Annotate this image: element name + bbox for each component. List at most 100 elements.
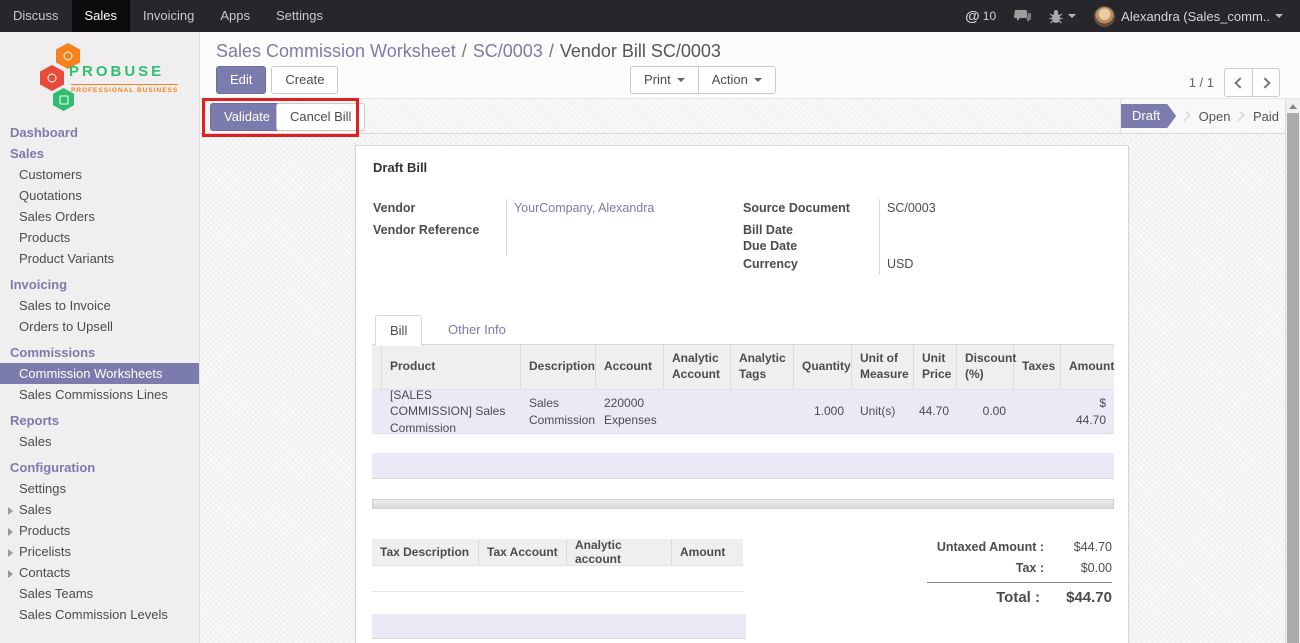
main-content: Sales Commission Worksheet/SC/0003/Vendo… [200,32,1300,643]
breadcrumb-sc0003[interactable]: SC/0003 [473,41,543,61]
sidebar-item-config-pricelists[interactable]: Pricelists [0,541,199,562]
sidebar-section-sales[interactable]: Sales [0,143,199,164]
scrollbar-up-button[interactable] [1286,99,1300,113]
currency-label: Currency [743,257,798,271]
caret-down-icon [677,78,685,82]
sidebar-item-settings[interactable]: Settings [0,478,199,499]
tax-label: Tax : [927,561,1054,575]
untaxed-amount-value: $44.70 [1054,540,1112,554]
chat-bubble-icon [1014,9,1031,23]
field-separator [506,199,507,256]
cell-product: [SALES COMMISSION] Sales Commission [382,390,521,433]
breadcrumb-worksheets[interactable]: Sales Commission Worksheet [216,41,456,61]
menu-settings[interactable]: Settings [263,0,336,32]
sidebar-section-configuration[interactable]: Configuration [0,457,199,478]
tax-value: $0.00 [1054,561,1112,575]
pager-next-button[interactable] [1252,68,1280,97]
menu-discuss[interactable]: Discuss [0,0,72,32]
user-menu[interactable]: Alexandra (Sales_comm.. [1085,0,1292,32]
cell-description: Sales Commission [521,390,596,433]
status-state-paid[interactable]: Paid [1253,109,1279,124]
sidebar-item-sales-teams[interactable]: Sales Teams [0,583,199,604]
tab-bill[interactable]: Bill [375,315,422,346]
breadcrumb: Sales Commission Worksheet/SC/0003/Vendo… [216,41,721,62]
invoice-lines-table: Product Description Account Analytic Acc… [372,345,1114,434]
sidebar-item-config-sales[interactable]: Sales [0,499,199,520]
menu-apps[interactable]: Apps [207,0,263,32]
source-document-value: SC/0003 [887,201,936,215]
logo-tagline: PROFESSIONAL BUSINESS [71,84,178,94]
sidebar-item-sales-commission-levels[interactable]: Sales Commission Levels [0,604,199,625]
vendor-reference-label: Vendor Reference [373,223,479,237]
tax-table-header: Tax Description Tax Account Analytic acc… [372,539,743,566]
user-avatar [1094,6,1115,27]
sidebar: PROBUSE PROFESSIONAL BUSINESS Dashboard … [0,32,200,643]
horizontal-scrollbar[interactable] [372,499,1114,509]
empty-line-row[interactable] [372,453,1114,479]
messages-button[interactable] [1005,0,1040,32]
control-panel: Sales Commission Worksheet/SC/0003/Vendo… [200,32,1300,99]
probuse-logo: PROBUSE PROFESSIONAL BUSINESS [0,32,199,120]
debug-menu-button[interactable] [1040,0,1085,32]
sidebar-item-commission-worksheets[interactable]: Commission Worksheets [0,363,199,384]
sidebar-item-sales-orders[interactable]: Sales Orders [0,206,199,227]
cancel-bill-button[interactable]: Cancel Bill [276,103,365,131]
sidebar-menu: Dashboard Sales Customers Quotations Sal… [0,120,199,625]
action-button[interactable]: Action [699,66,776,94]
pager-previous-button[interactable] [1224,68,1252,97]
lines-table-header: Product Description Account Analytic Acc… [372,345,1114,390]
sidebar-item-products[interactable]: Products [0,227,199,248]
create-button[interactable]: Create [271,66,338,94]
sidebar-section-commissions[interactable]: Commissions [0,342,199,363]
sidebar-item-sales-to-invoice[interactable]: Sales to Invoice [0,295,199,316]
user-name: Alexandra (Sales_comm.. [1121,9,1270,24]
menu-invoicing[interactable]: Invoicing [130,0,207,32]
cell-account: 220000 Expenses [596,390,664,433]
vendor-value-link[interactable]: YourCompany, Alexandra [514,201,654,215]
mention-count: 10 [983,9,996,23]
breadcrumb-separator: / [543,41,560,61]
edit-button[interactable]: Edit [216,66,266,94]
sidebar-item-customers[interactable]: Customers [0,164,199,185]
cell-taxes [1014,390,1061,433]
sidebar-item-sales-commissions-lines[interactable]: Sales Commissions Lines [0,384,199,405]
chevron-right-icon [1259,77,1270,88]
statusbar: Draft Open Paid [1120,99,1285,133]
status-state-draft[interactable]: Draft [1121,104,1176,128]
sidebar-section-dashboard[interactable]: Dashboard [0,122,199,143]
chevron-separator-icon [1234,111,1245,122]
vertical-scrollbar[interactable] [1285,99,1300,643]
tax-table-add-row[interactable] [372,614,746,639]
row-handle-column [372,345,382,389]
sidebar-item-quotations[interactable]: Quotations [0,185,199,206]
top-navbar: Discuss Sales Invoicing Apps Settings @ … [0,0,1300,32]
sidebar-item-config-contacts[interactable]: Contacts [0,562,199,583]
print-button[interactable]: Print [630,66,699,94]
validate-button[interactable]: Validate [210,103,284,131]
total-label: Total : [927,589,1050,606]
cell-discount: 0.00 [957,390,1014,433]
menu-sales[interactable]: Sales [72,0,131,32]
sidebar-section-invoicing[interactable]: Invoicing [0,274,199,295]
cell-amount: $ 44.70 [1061,390,1114,433]
mention-icon: @ [965,8,980,25]
invoice-line-row[interactable]: [SALES COMMISSION] Sales Commission Sale… [372,390,1114,434]
print-action-group: Print Action [630,66,776,94]
tab-other-info[interactable]: Other Info [448,315,506,345]
sidebar-section-reports[interactable]: Reports [0,410,199,431]
sidebar-item-product-variants[interactable]: Product Variants [0,248,199,269]
triangle-up-icon [1289,104,1297,109]
sidebar-item-config-products[interactable]: Products [0,520,199,541]
status-state-open[interactable]: Open [1199,109,1231,124]
scrollbar-thumb[interactable] [1287,113,1299,643]
breadcrumb-current: Vendor Bill SC/0003 [560,41,721,61]
notebook-tabs: Bill Other Info [372,314,1114,345]
screen: Discuss Sales Invoicing Apps Settings @ … [0,0,1300,643]
mentions-button[interactable]: @ 10 [956,0,1005,32]
sidebar-item-reports-sales[interactable]: Sales [0,431,199,452]
total-value: $44.70 [1050,589,1112,606]
systray: @ 10 Alexandra (Sales_comm.. [956,0,1300,32]
sidebar-item-orders-to-upsell[interactable]: Orders to Upsell [0,316,199,337]
chevron-right-icon [8,570,13,578]
chevron-right-icon [8,507,13,515]
